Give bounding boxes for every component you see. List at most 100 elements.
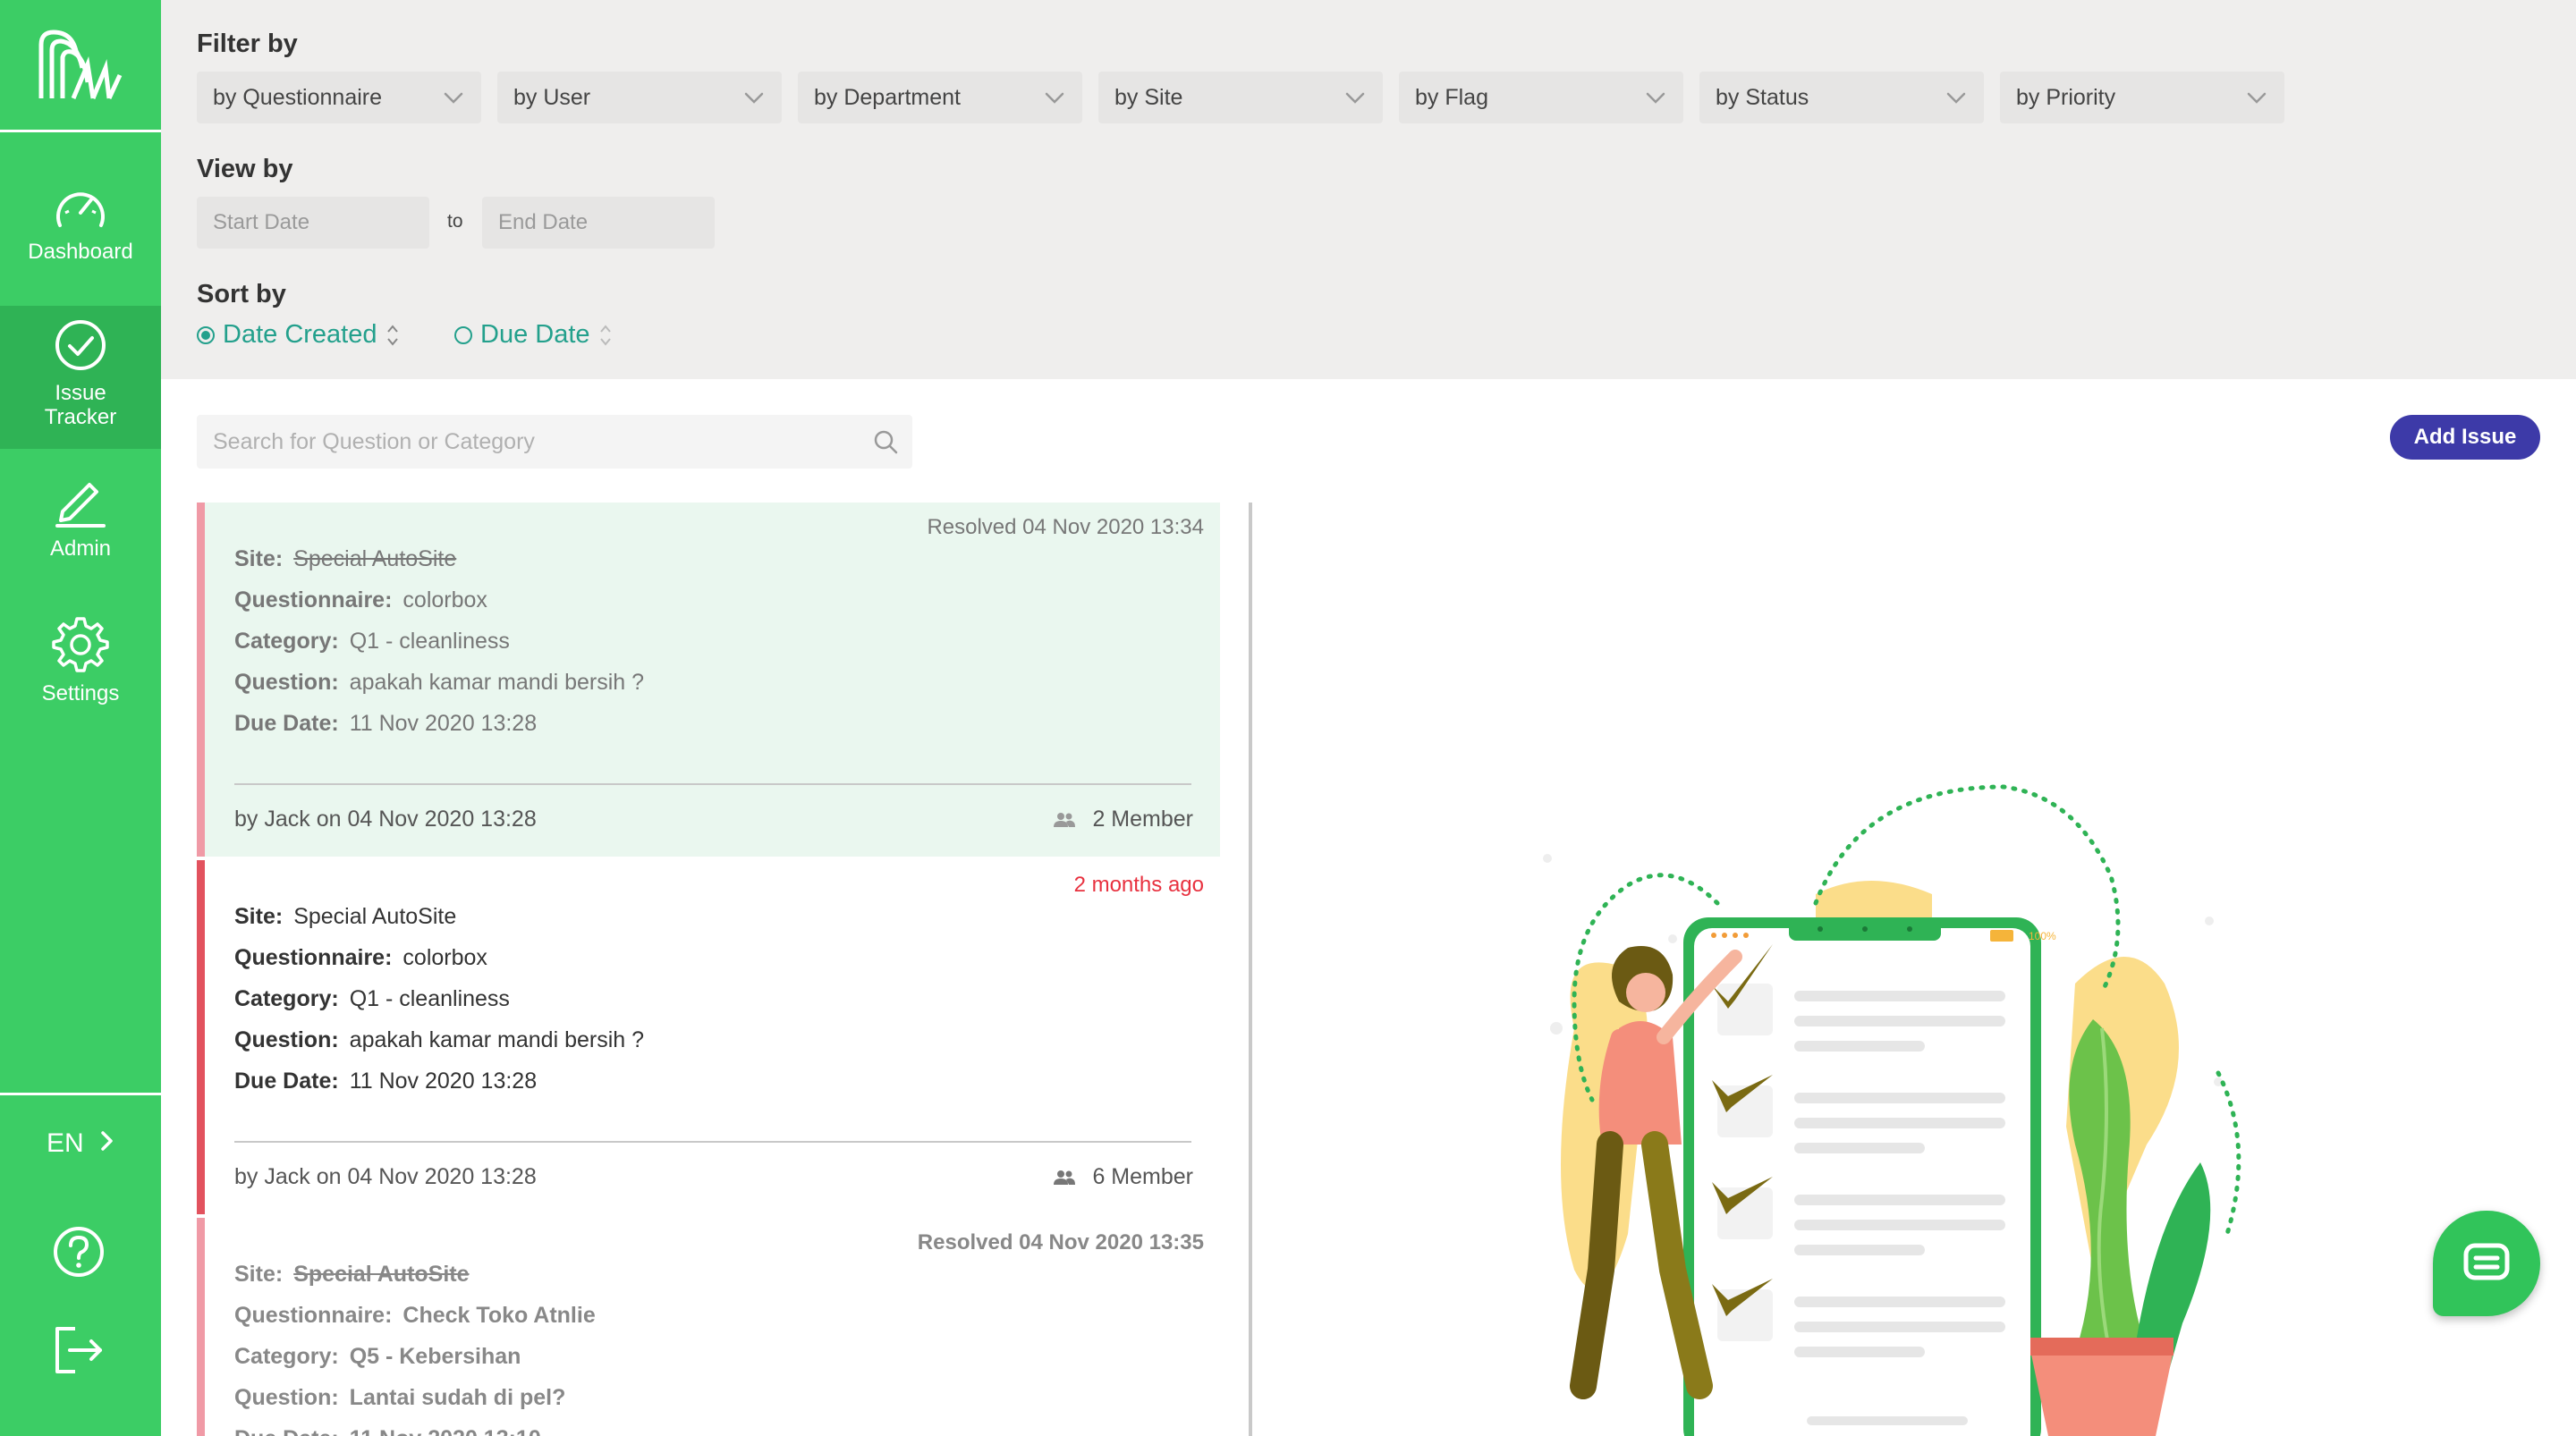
- nav-admin-label: Admin: [49, 536, 112, 561]
- sort-by-title: Sort by: [197, 280, 286, 308]
- issue-status-timestamp: Resolved 04 Nov 2020 13:34: [927, 515, 1204, 539]
- field-label: Question:: [234, 1027, 339, 1052]
- issue-question: Question: Lantai sudah di pel?: [234, 1385, 565, 1411]
- field-label: Question:: [234, 1385, 339, 1410]
- field-label: Due Date:: [234, 711, 339, 736]
- issue-questionnaire: Questionnaire: Check Toko Atnlie: [234, 1303, 596, 1329]
- search-icon[interactable]: [873, 429, 898, 454]
- field-value: Special AutoSite: [293, 546, 457, 571]
- dropdown-label: by Flag: [1415, 84, 1488, 110]
- issue-site: Site: Special AutoSite: [234, 546, 456, 572]
- field-value: Special AutoSite: [293, 904, 457, 929]
- nav-settings[interactable]: Settings: [0, 615, 161, 705]
- field-value: Special AutoSite: [293, 1262, 470, 1287]
- field-value: 11 Nov 2020 13:28: [349, 711, 538, 736]
- battery-percentage: 100%: [2029, 930, 2056, 942]
- field-label: Questionnaire:: [234, 945, 393, 970]
- issue-members[interactable]: 6 Member: [1053, 1164, 1193, 1190]
- site-filter-dropdown[interactable]: by Site: [1098, 72, 1383, 123]
- dropdown-label: by Status: [1716, 84, 1809, 110]
- issue-members[interactable]: 2 Member: [1053, 807, 1193, 832]
- field-label: Category:: [234, 629, 339, 654]
- start-date-input[interactable]: [197, 197, 429, 249]
- issue-question: Question: apakah kamar mandi bersih ?: [234, 1027, 644, 1053]
- field-value: Q1 - cleanliness: [349, 629, 510, 654]
- logo-icon: [38, 30, 123, 100]
- issue-category: Category: Q5 - Kebersihan: [234, 1344, 521, 1370]
- issue-card[interactable]: Resolved 04 Nov 2020 13:35 Site: Special …: [197, 1218, 1220, 1436]
- chevron-right-icon: [101, 1131, 113, 1151]
- field-value: 11 Nov 2020 13:28: [349, 1069, 538, 1094]
- priority-filter-dropdown[interactable]: by Priority: [2000, 72, 2284, 123]
- chevron-down-icon: [1345, 92, 1365, 104]
- issue-creator: by Jack on 04 Nov 2020 13:28: [234, 1164, 537, 1189]
- radio-selected[interactable]: [197, 325, 215, 344]
- field-value: apakah kamar mandi bersih ?: [349, 670, 645, 695]
- member-count: 2 Member: [1092, 807, 1193, 832]
- issue-category: Category: Q1 - cleanliness: [234, 629, 510, 655]
- sidebar-divider: [0, 1093, 161, 1095]
- field-label: Questionnaire:: [234, 587, 393, 612]
- chevron-down-icon: [1045, 92, 1064, 104]
- department-filter-dropdown[interactable]: by Department: [798, 72, 1082, 123]
- issue-card[interactable]: 2 months ago Site: Special AutoSite Quest…: [197, 860, 1220, 1214]
- radio-unselected[interactable]: [454, 325, 472, 344]
- chevron-down-icon: [744, 92, 764, 104]
- add-issue-button[interactable]: Add Issue: [2390, 415, 2540, 460]
- nav-dashboard-label: Dashboard: [28, 240, 133, 264]
- chevron-down-icon: [2247, 92, 2267, 104]
- flag-filter-dropdown[interactable]: by Flag: [1399, 72, 1683, 123]
- app-logo[interactable]: [0, 0, 161, 132]
- date-range-to-label: to: [447, 211, 463, 232]
- member-count: 6 Member: [1092, 1164, 1193, 1189]
- nav-issue-tracker[interactable]: Issue Tracker: [0, 306, 161, 449]
- issue-due-date: Due Date: 11 Nov 2020 13:10: [234, 1426, 541, 1436]
- chat-icon: [2463, 1243, 2510, 1280]
- issue-due-date: Due Date: 11 Nov 2020 13:28: [234, 711, 537, 737]
- issue-site: Site: Special AutoSite: [234, 1262, 470, 1288]
- field-value: Lantai sudah di pel?: [349, 1385, 566, 1410]
- end-date-input[interactable]: [482, 197, 715, 249]
- user-filter-dropdown[interactable]: by User: [497, 72, 782, 123]
- search-input[interactable]: [197, 415, 859, 469]
- language-switcher[interactable]: EN: [0, 1128, 161, 1159]
- field-value: Check Toko Atnlie: [402, 1303, 596, 1328]
- logout-icon[interactable]: [52, 1325, 106, 1375]
- nav-settings-label: Settings: [41, 681, 120, 705]
- issue-list: Resolved 04 Nov 2020 13:34 Site: Special …: [197, 503, 1220, 1436]
- issue-status-timestamp: 2 months ago: [1073, 873, 1204, 897]
- dropdown-label: by Department: [814, 84, 961, 110]
- nav-dashboard[interactable]: Dashboard: [0, 186, 161, 264]
- list-scrollbar[interactable]: [1249, 503, 1252, 1436]
- sort-option-label: Date Created: [223, 320, 377, 349]
- sort-due-date-option[interactable]: Due Date: [454, 320, 612, 350]
- field-label: Site:: [234, 546, 284, 571]
- nav-issue-tracker-label: Issue Tracker: [44, 381, 117, 429]
- pencil-icon: [55, 483, 106, 528]
- issue-card[interactable]: Resolved 04 Nov 2020 13:34 Site: Special …: [197, 503, 1220, 857]
- view-by-title: View by: [197, 155, 293, 183]
- status-filter-dropdown[interactable]: by Status: [1699, 72, 1984, 123]
- filter-panel: Filter by by Questionnaire by User by De…: [161, 0, 2576, 379]
- card-divider: [234, 1141, 1191, 1143]
- filter-by-title: Filter by: [197, 30, 298, 58]
- people-icon: [1054, 812, 1076, 827]
- search-box: [197, 415, 912, 469]
- language-label: EN: [46, 1128, 84, 1158]
- nav-admin[interactable]: Admin: [0, 472, 161, 561]
- help-icon[interactable]: [52, 1225, 106, 1279]
- dropdown-label: by Questionnaire: [213, 84, 383, 110]
- field-label: Category:: [234, 1344, 339, 1369]
- questionnaire-filter-dropdown[interactable]: by Questionnaire: [197, 72, 481, 123]
- sort-arrows-icon: [386, 324, 398, 346]
- sidebar: Dashboard Issue Tracker Admin Settings E…: [0, 0, 161, 1436]
- field-value: apakah kamar mandi bersih ?: [349, 1027, 645, 1052]
- checklist-illustration: 100%: [1543, 784, 2241, 1436]
- speedometer-icon: [56, 192, 105, 227]
- field-label: Questionnaire:: [234, 1303, 393, 1328]
- sort-date-created-option[interactable]: Date Created: [197, 320, 399, 350]
- check-circle-icon: [55, 320, 106, 370]
- issue-questionnaire: Questionnaire: colorbox: [234, 587, 487, 613]
- chat-button[interactable]: [2433, 1211, 2540, 1316]
- field-value: 11 Nov 2020 13:10: [350, 1426, 541, 1436]
